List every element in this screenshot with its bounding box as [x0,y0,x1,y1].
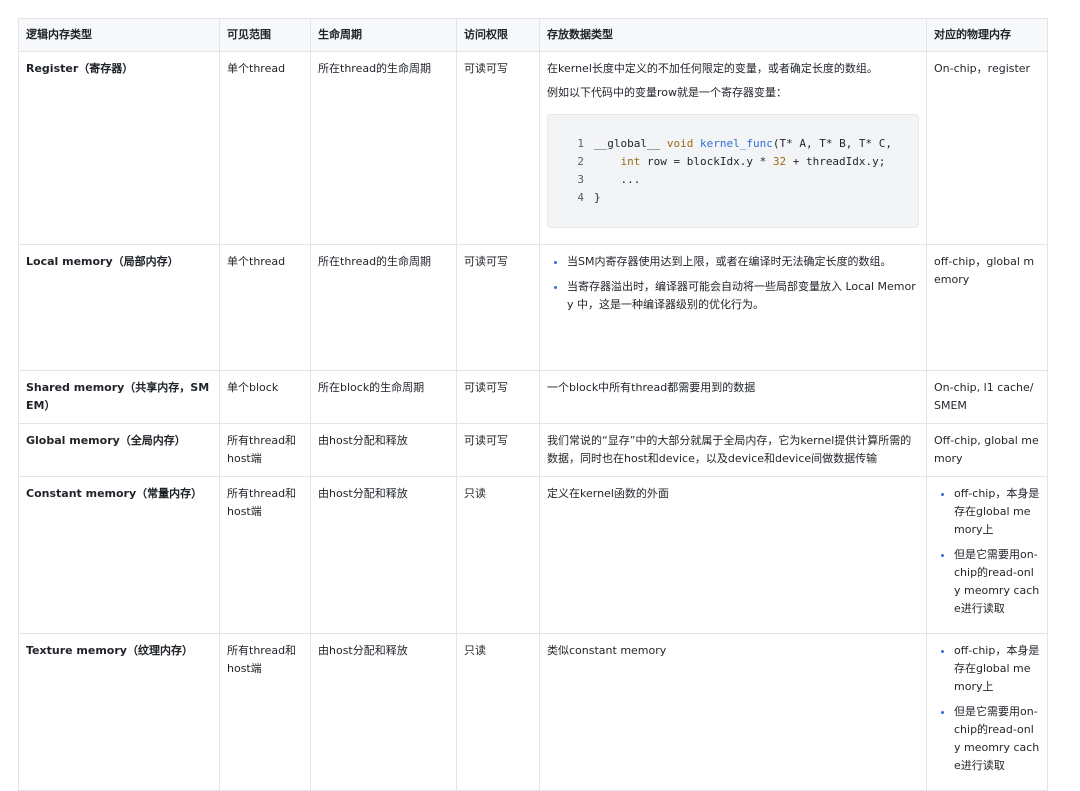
data-type-cell: 当SM内寄存器使用达到上限，或者在编译时无法确定长度的数组。 当寄存器溢出时，编… [539,244,927,371]
list-item: 但是它需要用on-chip的read-only meomry cache进行读取 [954,703,1040,775]
data-paragraph: 例如以下代码中的变量row就是一个寄存器变量： [547,86,788,99]
access-cell: 可读可写 [456,423,540,477]
lifetime-cell: 由host分配和释放 [310,476,457,634]
list-item: 但是它需要用on-chip的read-only meomry cache进行读取 [954,546,1040,618]
lifetime-cell: 所在thread的生命周期 [310,244,457,371]
access-cell: 可读可写 [456,370,540,424]
scope-cell: 单个thread [219,244,311,371]
data-type-cell: 在kernel长度中定义的不加任何限定的变量，或者确定长度的数组。 例如以下代码… [539,51,927,245]
access-cell: 只读 [456,633,540,791]
physical-memory-cell: On-chip，register [926,51,1048,245]
header-memory-type: 逻辑内存类型 [18,18,220,52]
data-type-cell: 一个block中所有thread都需要用到的数据 [539,370,927,424]
memory-type-name: Shared memory（共享内存，SMEM） [18,370,220,424]
line-number: 4 [577,191,584,204]
header-physical-memory: 对应的物理内存 [926,18,1048,52]
list-item: off-chip，本身是存在global memory上 [954,485,1040,539]
line-number: 1 [577,137,584,150]
memory-table-container: 逻辑内存类型 可见范围 生命周期 访问权限 存放数据类型 对应的物理内存 Reg… [18,18,1048,791]
memory-type-name: Constant memory（常量内存） [18,476,220,634]
memory-type-name: Register（寄存器） [18,51,220,245]
lifetime-cell: 由host分配和释放 [310,633,457,791]
code-line-4: 4} [548,191,600,204]
memory-type-name: Local memory（局部内存） [18,244,220,371]
memory-types-table: 逻辑内存类型 可见范围 生命周期 访问权限 存放数据类型 对应的物理内存 Reg… [18,18,1048,791]
list-item: off-chip，本身是存在global memory上 [954,642,1040,696]
table-row: Constant memory（常量内存） 所有thread和host端 由ho… [18,476,1048,634]
list-item: 当SM内寄存器使用达到上限，或者在编译时无法确定长度的数组。 [567,253,919,271]
data-paragraph: 在kernel长度中定义的不加任何限定的变量，或者确定长度的数组。 [547,62,878,75]
code-line-1: 1 __global__ void kernel_func(T* A, T* B,… [548,137,899,150]
code-block[interactable]: 1 __global__ void kernel_func(T* A, T* B,… [547,114,919,228]
header-scope: 可见范围 [219,18,311,52]
lifetime-cell: 所在block的生命周期 [310,370,457,424]
line-number: 2 [577,155,584,168]
scope-cell: 单个block [219,370,311,424]
scope-cell: 所有thread和host端 [219,633,311,791]
scope-cell: 所有thread和host端 [219,423,311,477]
data-type-cell: 类似constant memory [539,633,927,791]
table-row: Shared memory（共享内存，SMEM） 单个block 所在block… [18,370,1048,424]
lifetime-cell: 所在thread的生命周期 [310,51,457,245]
header-data-type: 存放数据类型 [539,18,927,52]
line-number: 3 [577,173,584,186]
access-cell: 可读可写 [456,51,540,245]
scope-cell: 所有thread和host端 [219,476,311,634]
data-bullet-list: 当SM内寄存器使用达到上限，或者在编译时无法确定长度的数组。 当寄存器溢出时，编… [547,253,919,314]
memory-type-name: Global memory（全局内存） [18,423,220,477]
table-row: Register（寄存器） 单个thread 所在thread的生命周期 可读可… [18,51,1048,245]
physical-memory-cell: off-chip，本身是存在global memory上 但是它需要用on-ch… [926,633,1048,791]
physical-bullet-list: off-chip，本身是存在global memory上 但是它需要用on-ch… [934,485,1040,618]
physical-memory-cell: Off-chip, global memory [926,423,1048,477]
data-type-cell: 我们常说的“显存”中的大部分就属于全局内存，它为kernel提供计算所需的数据，… [539,423,927,477]
table-row: Global memory（全局内存） 所有thread和host端 由host… [18,423,1048,477]
header-lifetime: 生命周期 [310,18,457,52]
data-type-cell: 定义在kernel函数的外面 [539,476,927,634]
physical-bullet-list: off-chip，本身是存在global memory上 但是它需要用on-ch… [934,642,1040,775]
physical-memory-cell: On-chip, l1 cache/SMEM [926,370,1048,424]
memory-type-name: Texture memory（纹理内存） [18,633,220,791]
code-line-2: 2 int row = blockIdx.y * 32 + threadIdx.… [548,155,885,168]
physical-memory-cell: off-chip，global memory [926,244,1048,371]
header-access: 访问权限 [456,18,540,52]
physical-memory-cell: off-chip，本身是存在global memory上 但是它需要用on-ch… [926,476,1048,634]
code-line-3: 3 ... [548,173,640,186]
table-row: Local memory（局部内存） 单个thread 所在thread的生命周… [18,244,1048,371]
access-cell: 可读可写 [456,244,540,371]
list-item: 当寄存器溢出时，编译器可能会自动将一些局部变量放入 Local Memory 中… [567,278,919,314]
table-row: Texture memory（纹理内存） 所有thread和host端 由hos… [18,633,1048,791]
access-cell: 只读 [456,476,540,634]
scope-cell: 单个thread [219,51,311,245]
lifetime-cell: 由host分配和释放 [310,423,457,477]
table-header-row: 逻辑内存类型 可见范围 生命周期 访问权限 存放数据类型 对应的物理内存 [18,18,1048,52]
